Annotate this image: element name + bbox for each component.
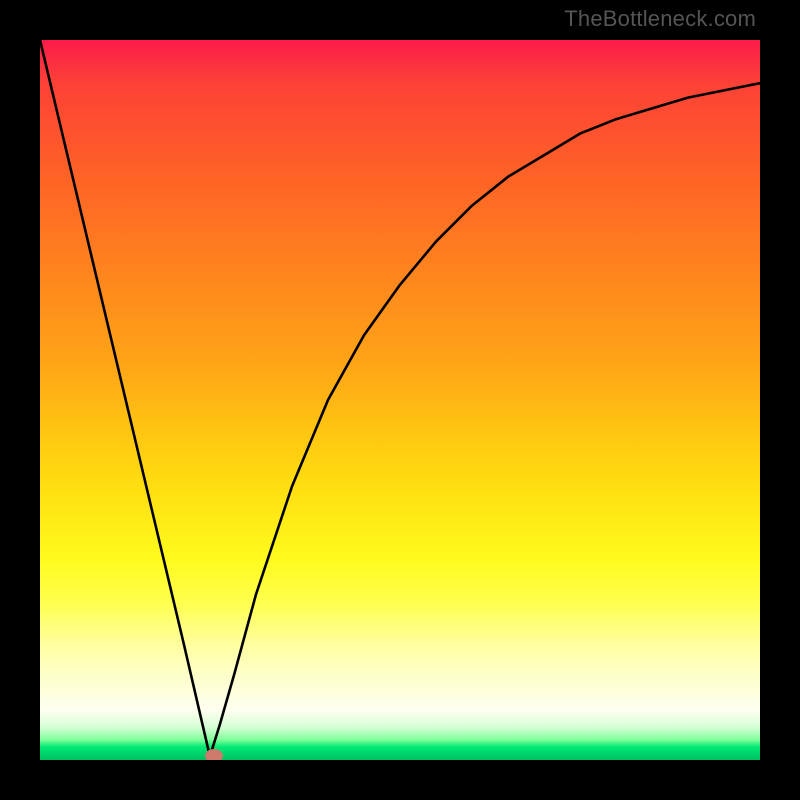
attribution-text: TheBottleneck.com [564,6,756,32]
plot-border-right [760,0,800,800]
plot-border-bottom [0,760,800,800]
plot-area [40,40,760,760]
optimal-point-marker [205,749,223,760]
plot-border-left [0,0,40,800]
chart-frame: TheBottleneck.com [0,0,800,800]
bottleneck-curve [40,40,760,760]
